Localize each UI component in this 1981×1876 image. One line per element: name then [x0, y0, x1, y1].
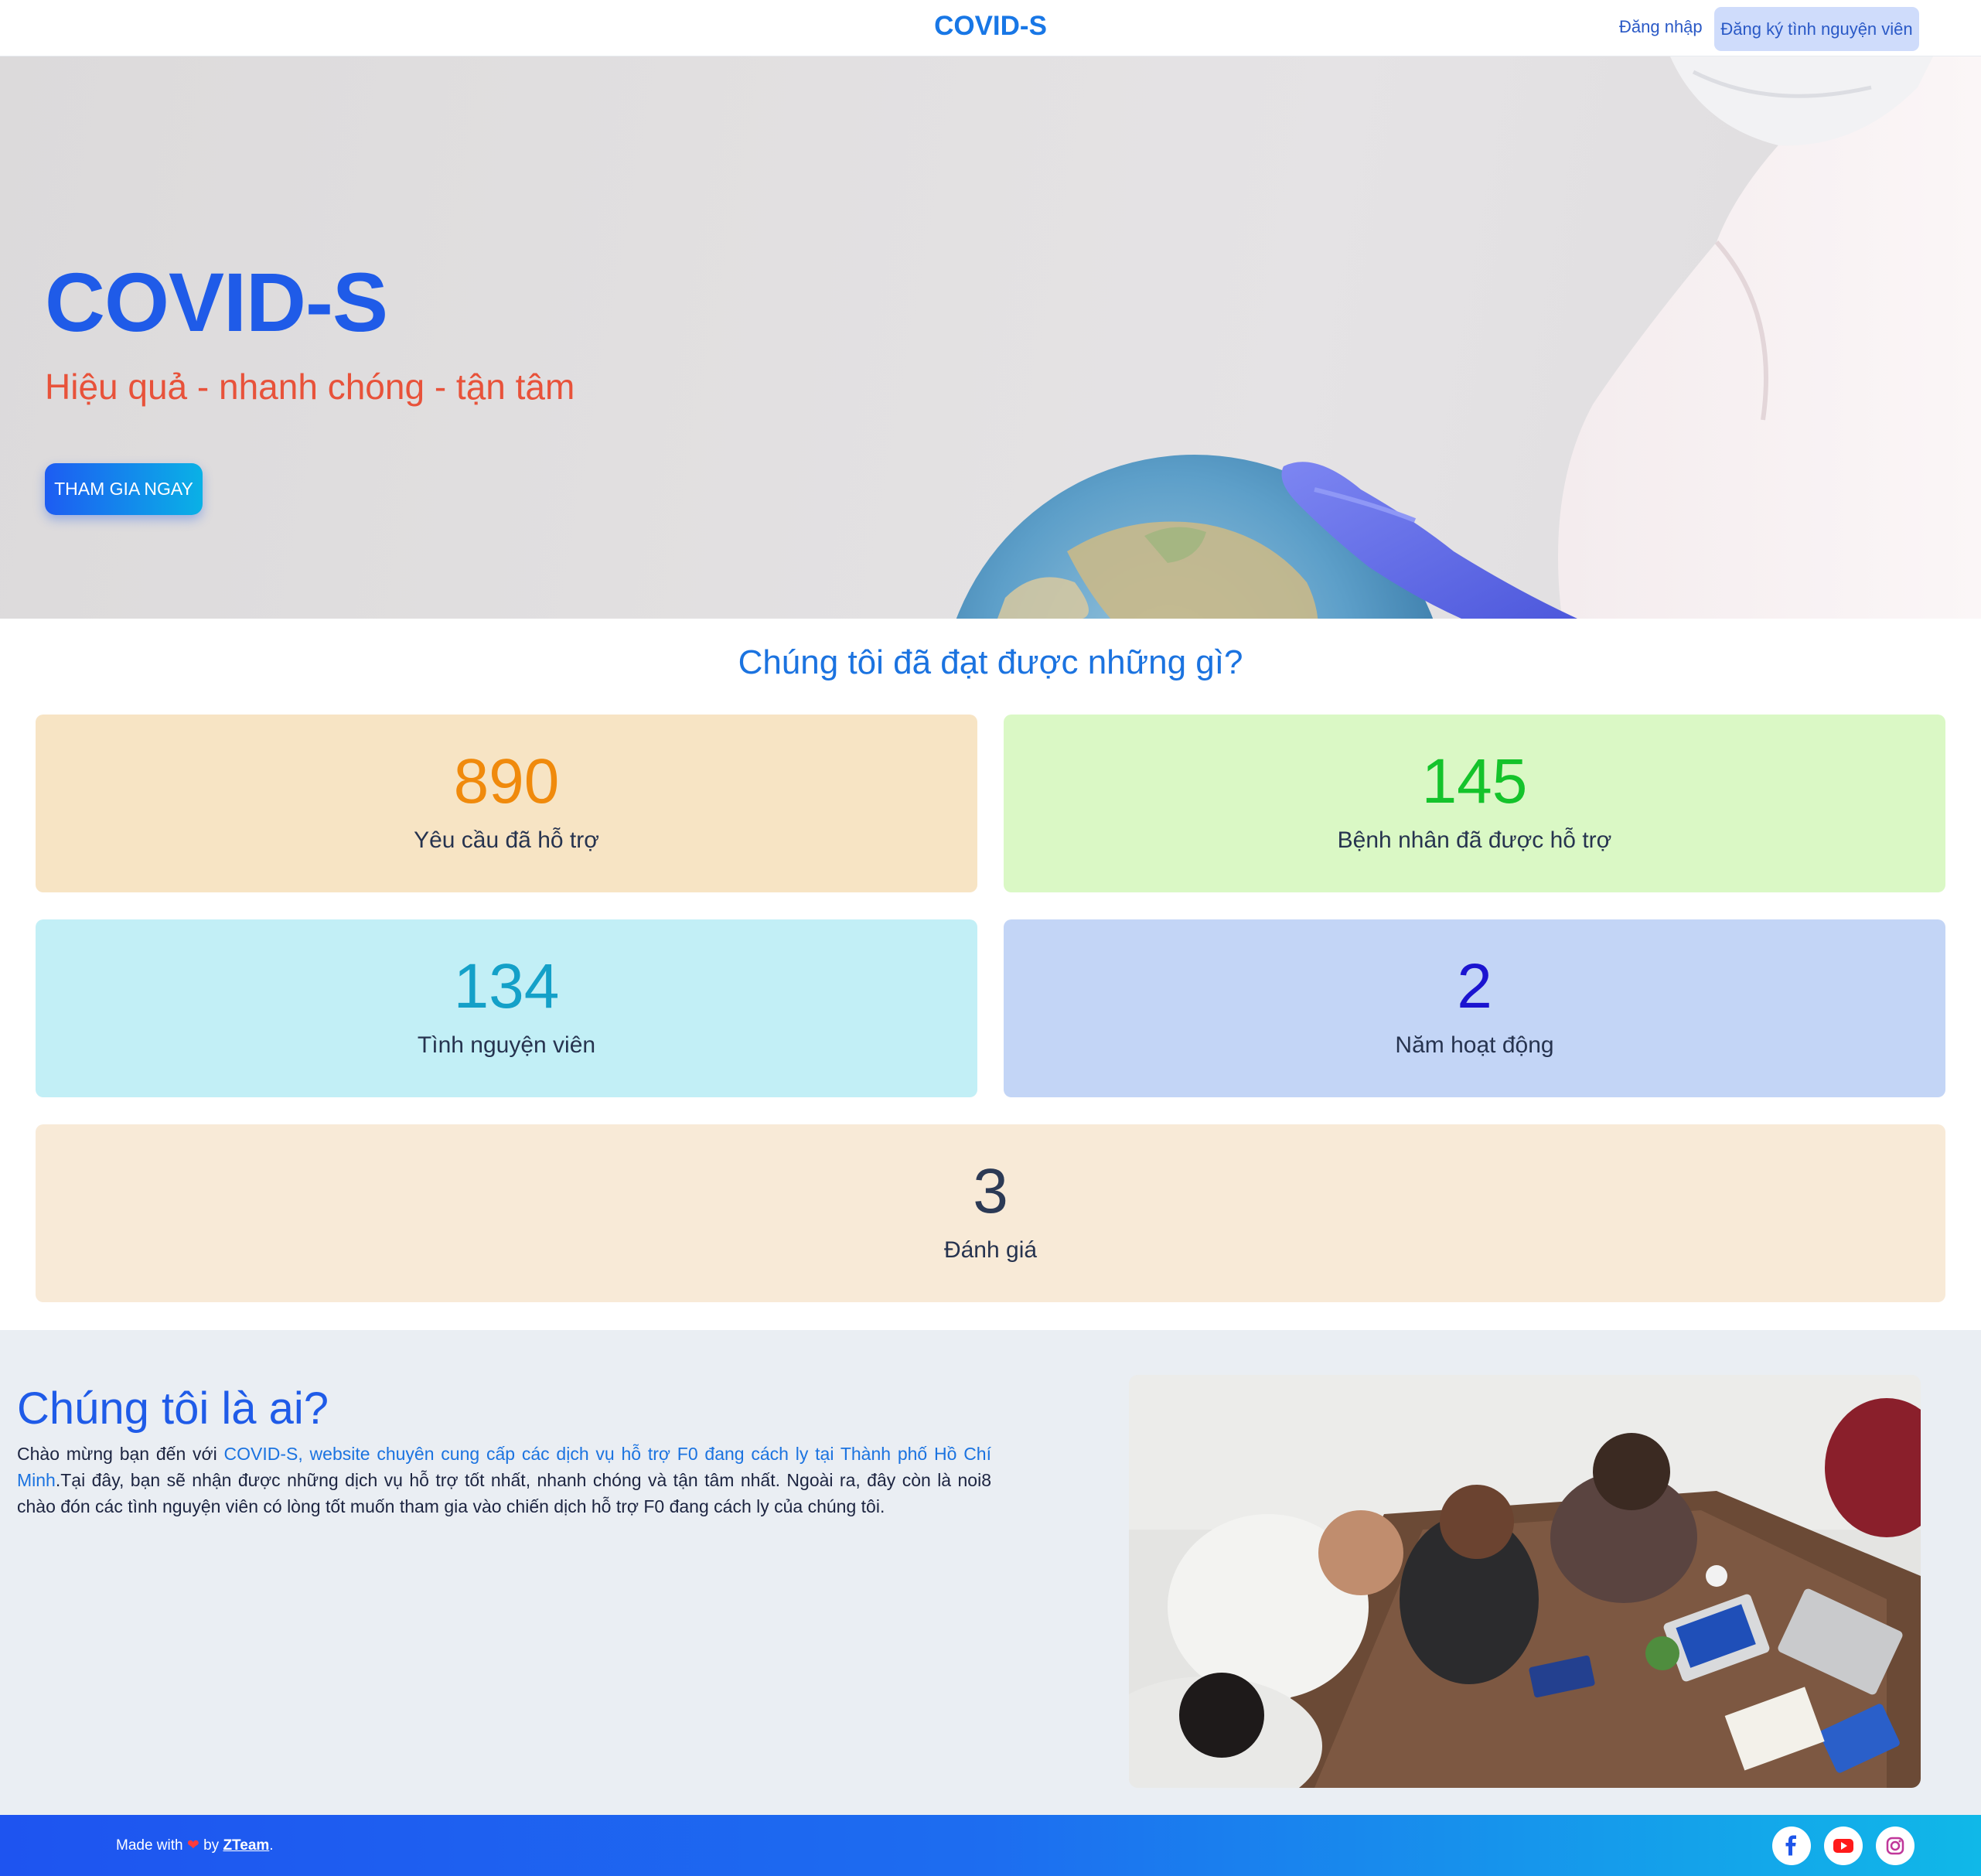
stat-card-years: 2 Năm hoạt động [1004, 919, 1945, 1097]
stat-value: 890 [453, 746, 560, 817]
stat-card-reviews: 3 Đánh giá [36, 1124, 1945, 1302]
zteam-link[interactable]: ZTeam [223, 1837, 269, 1854]
about-paragraph: Chào mừng bạn đến với COVID-S, website c… [17, 1441, 991, 1520]
footer: Made with ❤ by ZTeam. [0, 1815, 1981, 1876]
instagram-icon[interactable] [1876, 1827, 1915, 1865]
hero-banner: COVID-S Hiệu quả - nhanh chóng - tận tâm… [0, 56, 1981, 619]
heart-icon: ❤ [186, 1837, 199, 1854]
join-now-button[interactable]: THAM GIA NGAY [45, 463, 203, 515]
login-link[interactable]: Đăng nhập [1619, 17, 1703, 37]
stat-label: Bệnh nhân đã được hỗ trợ [1337, 827, 1612, 853]
stat-label: Tình nguyện viên [417, 1032, 596, 1058]
stat-card-volunteers: 134 Tình nguyện viên [36, 919, 977, 1097]
facebook-icon[interactable] [1772, 1827, 1811, 1865]
hero-subtitle: Hiệu quả - nhanh chóng - tận tâm [45, 367, 575, 407]
made-with-label: Made with [116, 1837, 183, 1854]
stat-value: 3 [973, 1156, 1008, 1226]
about-rest: .Tại đây, bạn sẽ nhận được những dịch vụ… [17, 1470, 991, 1516]
hero-title: COVID-S [45, 255, 388, 349]
stat-card-patients: 145 Bệnh nhân đã được hỗ trợ [1004, 715, 1945, 892]
by-label: by [203, 1837, 220, 1854]
about-intro: Chào mừng bạn đến với [17, 1444, 224, 1464]
top-navbar: COVID-S Đăng nhập Đăng ký tình nguyện vi… [0, 0, 1981, 56]
register-volunteer-button[interactable]: Đăng ký tình nguyện viên [1714, 7, 1919, 51]
about-section: Chúng tôi là ai? Chào mừng bạn đến với C… [0, 1330, 1981, 1815]
youtube-icon[interactable] [1824, 1827, 1863, 1865]
stat-value: 2 [1457, 951, 1492, 1022]
about-heading: Chúng tôi là ai? [17, 1383, 329, 1434]
stats-heading: Chúng tôi đã đạt được những gì? [738, 643, 1243, 681]
stat-card-requests: 890 Yêu cầu đã hỗ trợ [36, 715, 977, 892]
stat-value: 145 [1421, 746, 1528, 817]
stat-label: Năm hoạt động [1395, 1032, 1554, 1058]
team-photo [1129, 1375, 1921, 1788]
period: . [269, 1837, 274, 1854]
made-with-text: Made with ❤ by ZTeam. [116, 1837, 274, 1854]
stat-label: Đánh giá [943, 1237, 1038, 1263]
stat-value: 134 [453, 951, 560, 1022]
stat-label: Yêu cầu đã hỗ trợ [414, 827, 599, 853]
